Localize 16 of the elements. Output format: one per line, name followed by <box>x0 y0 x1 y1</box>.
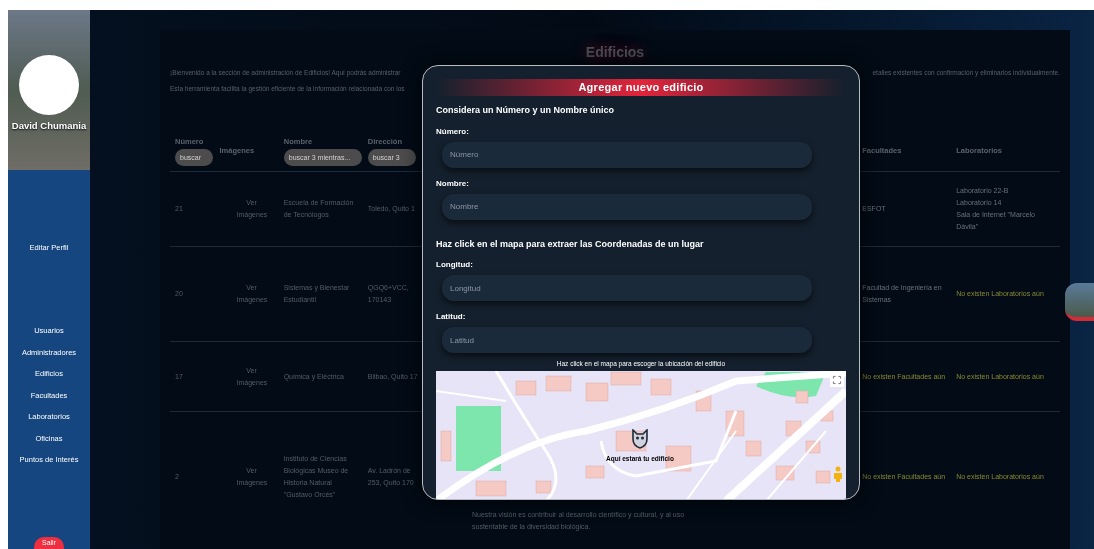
avatar-placeholder <box>19 55 79 115</box>
page-title: Edificios <box>584 43 646 62</box>
field-label: Longitud: <box>436 259 474 271</box>
floating-photo-placeholder <box>1065 283 1094 321</box>
owl-marker-icon <box>632 428 648 449</box>
input-field[interactable]: Número <box>442 141 812 168</box>
field-label: Latitud: <box>436 311 467 323</box>
input-field[interactable]: Nombre <box>442 193 812 220</box>
user-name: David Chumania <box>11 119 87 133</box>
section-heading: Considera un Número y un Nombre único <box>436 104 616 117</box>
input-field[interactable]: Latitud <box>442 327 812 353</box>
section-heading: Haz click en el mapa para extraer las Coordenadas de un lugar <box>436 237 705 251</box>
input-field[interactable]: Longitud <box>442 275 812 301</box>
dialog-title: Agregar nuevo edificio <box>436 79 846 96</box>
field-label: Número: <box>436 125 470 138</box>
field-label: Nombre: <box>436 177 470 190</box>
